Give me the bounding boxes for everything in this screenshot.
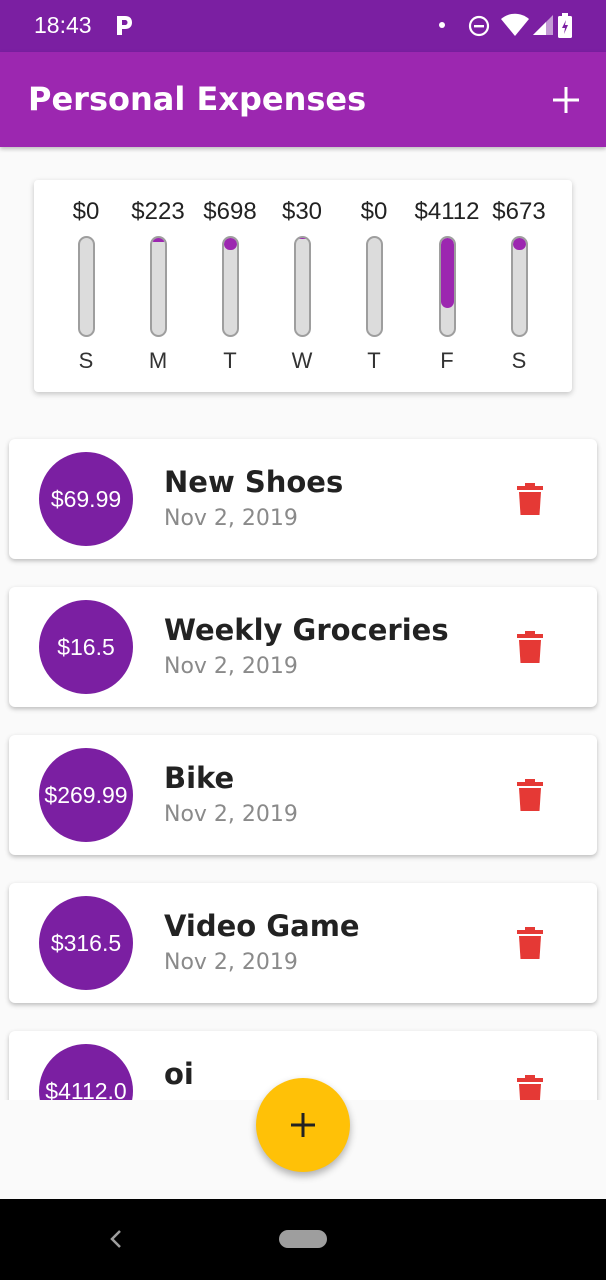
chart-bar-column: $0 T (336, 198, 412, 378)
chart-bar-amount: $0 (360, 198, 388, 225)
transaction-amount: $4112.0 (45, 1077, 127, 1101)
chart-bar-fill (152, 238, 165, 242)
transaction-card[interactable]: $16.5 Weekly Groceries Nov 2, 2019 (9, 587, 597, 707)
do-not-disturb-icon (468, 15, 490, 37)
chart-bar-amount: $223 (131, 198, 185, 225)
add-transaction-fab[interactable] (256, 1078, 350, 1172)
wifi-icon (501, 13, 529, 36)
battery-icon (558, 13, 572, 38)
chart-bar-fill (296, 238, 309, 239)
app-bar: Personal Expenses (0, 52, 606, 147)
chart-bar-column: $698 T (192, 198, 268, 378)
transaction-amount-avatar: $16.5 (39, 600, 133, 694)
chart-bar-day: M (148, 348, 168, 373)
transaction-date: Nov 2, 2019 (164, 506, 298, 531)
page-title: Personal Expenses (28, 80, 367, 118)
transaction-title: New Shoes (164, 465, 344, 499)
transaction-list: $69.99 New Shoes Nov 2, 2019 $16.5 Weekly Gr… (0, 420, 606, 1100)
transaction-amount: $16.5 (57, 633, 115, 660)
transaction-card[interactable]: $269.99 Bike Nov 2, 2019 (9, 735, 597, 855)
chart-bar-column: $223 M (120, 198, 196, 378)
status-time: 18:43 (34, 12, 92, 38)
transaction-amount-avatar: $4112.0 (39, 1044, 133, 1100)
transaction-amount: $269.99 (44, 781, 128, 808)
chart-bar-track (511, 236, 528, 337)
transaction-date: Nov 2, 2019 (164, 950, 298, 975)
parking-p-icon (117, 16, 132, 35)
chart-bar-track (439, 236, 456, 337)
chart-bar-fill (441, 238, 454, 308)
weekly-chart-card: $0 S $223 M $698 T $30 W $0 T $4112 F $673 S (34, 180, 572, 392)
chart-bar-column: $30 W (264, 198, 340, 378)
chart-bar-amount: $0 (72, 198, 100, 225)
chart-bar-track (150, 236, 167, 337)
transaction-amount-avatar: $69.99 (39, 452, 133, 546)
transaction-title: Bike (164, 761, 235, 795)
trash-icon[interactable] (517, 927, 543, 959)
status-bar: 18:43 (0, 0, 606, 52)
chart-bar-column: $673 S (481, 198, 557, 378)
transaction-amount: $69.99 (50, 485, 122, 512)
transaction-title: Video Game (164, 909, 360, 943)
chart-bar-column: $4112 F (409, 198, 485, 378)
chart-bar-amount: $673 (492, 198, 546, 225)
home-pill-button[interactable] (279, 1230, 327, 1248)
chart-bar-day: F (440, 348, 454, 373)
transaction-amount-avatar: $316.5 (39, 896, 133, 990)
system-nav-bar (0, 1199, 606, 1280)
chart-bar-track (366, 236, 383, 337)
transaction-title: oi (164, 1057, 194, 1091)
transaction-date: Nov 2, 2019 (164, 802, 298, 827)
trash-icon[interactable] (517, 1075, 543, 1100)
chart-bar-fill (224, 238, 237, 250)
transaction-amount: $316.5 (50, 929, 122, 956)
trash-icon[interactable] (517, 779, 543, 811)
cell-signal-icon (533, 15, 553, 35)
transaction-date: Nov 2, 2019 (164, 654, 298, 679)
transaction-card[interactable]: $316.5 Video Game Nov 2, 2019 (9, 883, 597, 1003)
plus-icon[interactable] (548, 82, 584, 118)
transaction-amount-avatar: $269.99 (39, 748, 133, 842)
chart-bar-day: S (511, 348, 527, 373)
transaction-title: Weekly Groceries (164, 613, 449, 647)
transaction-card[interactable]: $69.99 New Shoes Nov 2, 2019 (9, 439, 597, 559)
chart-bar-day: T (367, 348, 381, 373)
notification-dot-icon (439, 22, 445, 28)
back-chevron-icon[interactable] (106, 1227, 126, 1251)
chart-bar-fill (513, 238, 526, 250)
chart-bar-day: T (223, 348, 237, 373)
trash-icon[interactable] (517, 483, 543, 515)
plus-icon (291, 1113, 315, 1137)
chart-bar-track (78, 236, 95, 337)
trash-icon[interactable] (517, 631, 543, 663)
chart-bar-amount: $4112 (414, 198, 480, 225)
chart-bar-amount: $30 (281, 198, 323, 225)
chart-bar-day: S (78, 348, 94, 373)
chart-bar-amount: $698 (203, 198, 257, 225)
chart-bar-track (294, 236, 311, 337)
chart-bar-day: W (291, 348, 313, 373)
chart-bar-track (222, 236, 239, 337)
chart-bar-column: $0 S (48, 198, 124, 378)
